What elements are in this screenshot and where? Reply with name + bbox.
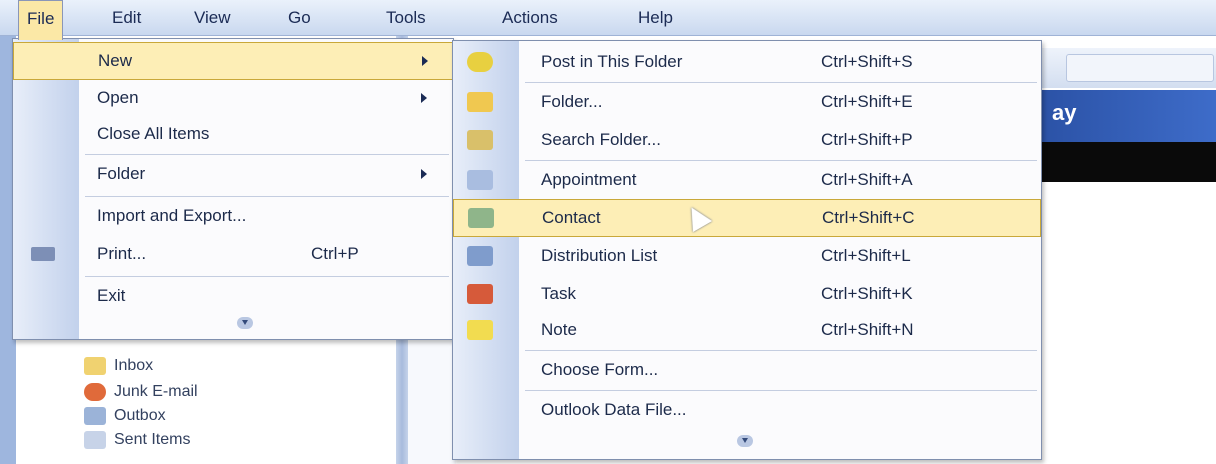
new-item-choose-form[interactable]: Choose Form... (453, 351, 1041, 389)
folder-label: Junk E-mail (114, 383, 198, 400)
folder-item[interactable]: Outbox (84, 404, 166, 428)
new-item-task[interactable]: Task Ctrl+Shift+K (453, 275, 1041, 313)
file-menu-item-import-export[interactable]: Import and Export... (13, 197, 453, 235)
menu-help[interactable]: Help (630, 0, 681, 36)
new-item-search-folder[interactable]: Search Folder... Ctrl+Shift+P (453, 121, 1041, 159)
menu-item-label: Search Folder... (541, 130, 662, 149)
menu-item-label: Appointment (541, 170, 637, 189)
search-folder-icon (467, 130, 493, 150)
expand-menu-icon[interactable] (237, 317, 253, 329)
folder-item[interactable]: Junk E-mail (84, 380, 198, 404)
content-pane (408, 330, 456, 464)
folder-item[interactable]: Sent Items (84, 428, 190, 452)
menu-item-label: Post in This Folder (541, 52, 683, 71)
new-item-distribution-list[interactable]: Distribution List Ctrl+Shift+L (453, 237, 1041, 275)
pane-title: ay (1052, 100, 1077, 125)
menu-item-label: Contact (542, 208, 601, 227)
menu-item-label: Print... (97, 244, 147, 263)
file-menu-item-open[interactable]: Open (13, 79, 453, 117)
new-item-post[interactable]: Post in This Folder Ctrl+Shift+S (453, 43, 1041, 81)
inbox-icon (84, 357, 106, 375)
submenu-arrow-icon (421, 93, 427, 103)
menu-item-label: Note (541, 320, 577, 339)
distribution-list-icon (467, 246, 493, 266)
toolbar-fragment (1040, 48, 1216, 88)
new-item-data-file[interactable]: Outlook Data File... (453, 391, 1041, 429)
note-icon (467, 320, 493, 340)
file-menu-item-close-all[interactable]: Close All Items (13, 115, 453, 153)
menu-item-label: New (98, 51, 133, 70)
file-menu-item-print[interactable]: Print... Ctrl+P (13, 235, 453, 273)
pane-title-bar: ay (1040, 90, 1216, 142)
menu-item-shortcut: Ctrl+Shift+P (821, 130, 913, 149)
menu-item-label: Task (541, 284, 576, 303)
menu-view[interactable]: View (186, 0, 239, 36)
menu-item-label: Exit (97, 286, 126, 305)
toolbar-button[interactable] (1066, 54, 1214, 82)
contact-icon (468, 208, 494, 228)
junk-mail-icon (84, 383, 106, 401)
menu-item-label: Folder... (541, 92, 603, 111)
new-submenu: Post in This Folder Ctrl+Shift+S Folder.… (452, 40, 1042, 460)
menu-bar: File Edit View Go Tools Actions Help (0, 0, 1216, 40)
new-item-appointment[interactable]: Appointment Ctrl+Shift+A (453, 161, 1041, 199)
submenu-arrow-icon (422, 56, 428, 66)
folder-pane (16, 330, 396, 464)
file-menu: New Open Close All Items Folder Import a… (12, 38, 454, 340)
dark-band (1040, 142, 1216, 182)
menu-item-label: Choose Form... (541, 360, 659, 379)
file-menu-item-exit[interactable]: Exit (13, 277, 453, 315)
menu-item-label: Open (97, 88, 139, 107)
menu-actions[interactable]: Actions (494, 0, 566, 36)
post-icon (467, 52, 493, 72)
menu-item-shortcut: Ctrl+Shift+K (821, 284, 913, 303)
menu-item-label: Import and Export... (97, 206, 247, 225)
new-item-note[interactable]: Note Ctrl+Shift+N (453, 311, 1041, 349)
folder-label: Inbox (114, 357, 154, 374)
expand-menu-icon[interactable] (737, 435, 753, 447)
file-menu-item-folder[interactable]: Folder (13, 155, 453, 193)
menu-item-shortcut: Ctrl+Shift+S (821, 52, 913, 71)
print-icon (31, 247, 55, 261)
menu-tools[interactable]: Tools (378, 0, 434, 36)
folder-label: Outbox (114, 407, 166, 424)
menu-item-shortcut: Ctrl+P (311, 244, 359, 263)
submenu-arrow-icon (421, 169, 427, 179)
menu-item-label: Outlook Data File... (541, 400, 687, 419)
folder-icon (467, 92, 493, 112)
menu-item-shortcut: Ctrl+Shift+L (821, 246, 911, 265)
menu-item-label: Close All Items (97, 124, 210, 143)
task-icon (467, 284, 493, 304)
appointment-icon (467, 170, 493, 190)
menu-item-label: Distribution List (541, 246, 658, 265)
new-item-contact[interactable]: Contact Ctrl+Shift+C (453, 199, 1041, 237)
menu-edit[interactable]: Edit (104, 0, 149, 36)
sent-items-icon (84, 431, 106, 449)
menu-item-label: Folder (97, 164, 146, 183)
file-menu-item-new[interactable]: New (13, 42, 453, 80)
menu-item-shortcut: Ctrl+Shift+A (821, 170, 913, 189)
folder-label: Sent Items (114, 431, 191, 448)
folder-item[interactable]: Inbox (84, 354, 153, 378)
new-item-folder[interactable]: Folder... Ctrl+Shift+E (453, 83, 1041, 121)
menu-item-shortcut: Ctrl+Shift+N (821, 320, 914, 339)
menu-item-shortcut: Ctrl+Shift+E (821, 92, 913, 111)
menu-item-shortcut: Ctrl+Shift+C (822, 208, 915, 227)
menu-file[interactable]: File (18, 0, 64, 40)
menu-go[interactable]: Go (280, 0, 319, 36)
outbox-icon (84, 407, 106, 425)
